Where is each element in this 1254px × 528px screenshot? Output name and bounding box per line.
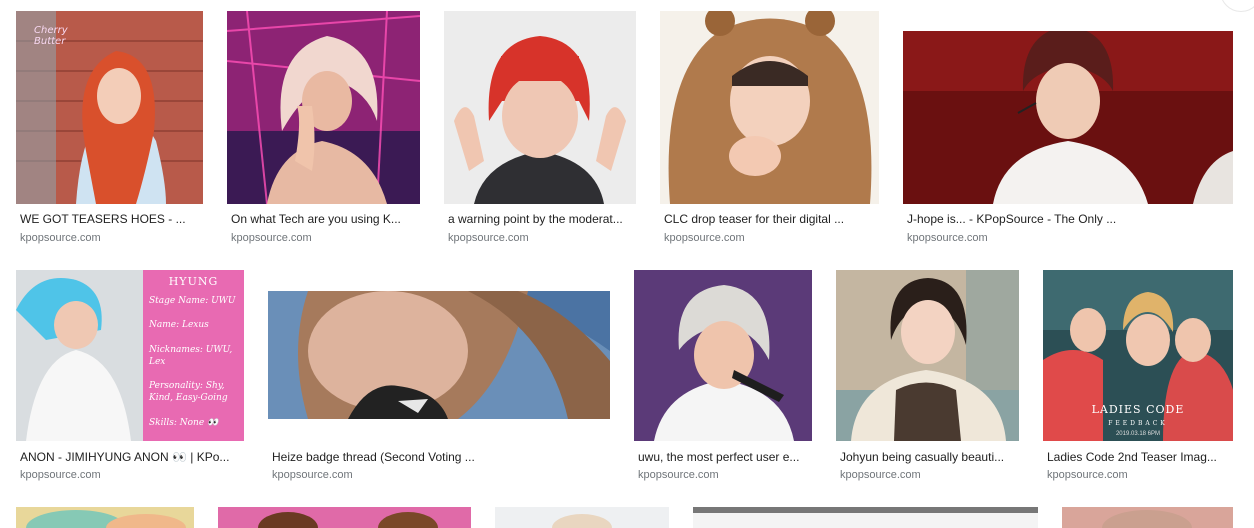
thumbnail-image[interactable] (660, 11, 879, 204)
profile-line: Personality: Shy, (149, 381, 225, 391)
result-title[interactable]: CLC drop teaser for their digital ... (664, 212, 875, 226)
result-source[interactable]: kpopsource.com (231, 232, 312, 245)
profile-card: HYUNG Stage Name: UWU Name: Lexus Nickna… (143, 270, 244, 441)
image-result[interactable]: Johyun being casually beauti... kpopsour… (836, 270, 1019, 490)
result-source[interactable]: kpopsource.com (907, 232, 988, 245)
profile-line: Skills: None 👀 (149, 418, 219, 428)
result-title[interactable]: a warning point by the moderat... (448, 212, 632, 226)
result-source[interactable]: kpopsource.com (664, 232, 745, 245)
profile-line: Kind, Easy-Going (149, 393, 228, 403)
image-result[interactable]: HYUNG Stage Name: UWU Name: Lexus Nickna… (16, 270, 244, 490)
result-title[interactable]: J-hope is... - KPopSource - The Only ... (907, 212, 1229, 226)
result-title[interactable]: On what Tech are you using K... (231, 212, 416, 226)
thumbnail-image[interactable] (444, 11, 636, 204)
thumbnail-image[interactable]: Cherry Butter (16, 11, 203, 204)
image-result[interactable]: Heize badge thread (Second Voting ... kp… (268, 270, 610, 490)
thumbnail-image[interactable] (268, 291, 610, 419)
result-source[interactable]: kpopsource.com (20, 232, 101, 245)
release-date: 2019.03.18 6PM (1115, 431, 1161, 437)
brand-subtitle: FEEDBACK (1108, 420, 1168, 427)
thumbnail-image[interactable] (227, 11, 420, 204)
thumbnail-image[interactable] (634, 270, 812, 441)
image-result[interactable]: CLC drop teaser for their digital ... kp… (660, 11, 879, 251)
profile-line: Nicknames: UWU, (149, 345, 233, 355)
profile-heading: HYUNG (168, 275, 219, 288)
result-source[interactable]: kpopsource.com (1047, 469, 1128, 482)
thumbnail-image[interactable] (218, 507, 471, 528)
image-result[interactable]: On what Tech are you using K... kpopsour… (227, 11, 420, 251)
result-source[interactable]: kpopsource.com (20, 469, 101, 482)
image-result[interactable]: J-hope is... - KPopSource - The Only ...… (903, 11, 1233, 251)
result-title[interactable]: Ladies Code 2nd Teaser Imag... (1047, 450, 1229, 464)
result-title[interactable]: Heize badge thread (Second Voting ... (272, 450, 606, 464)
result-title[interactable]: uwu, the most perfect user e... (638, 450, 808, 464)
thumbnail-image[interactable] (836, 270, 1019, 441)
image-result[interactable]: a warning point by the moderat... kpopso… (444, 11, 636, 251)
profile-line: Lex (149, 357, 166, 367)
profile-line: Stage Name: UWU (149, 296, 236, 306)
thumbnail-image[interactable]: HYUNG Stage Name: UWU Name: Lexus Nickna… (16, 270, 244, 441)
thumbnail-image[interactable] (16, 507, 194, 528)
result-source[interactable]: kpopsource.com (840, 469, 921, 482)
result-title[interactable]: WE GOT TEASERS HOES - ... (20, 212, 199, 226)
brand-logo: LADIES CODE (1091, 403, 1185, 416)
result-title[interactable]: Johyun being casually beauti... (840, 450, 1015, 464)
image-result[interactable]: LADIES CODE FEEDBACK 2019.03.18 6PM Ladi… (1043, 270, 1233, 490)
thumbnail-image[interactable] (495, 507, 669, 528)
result-source[interactable]: kpopsource.com (638, 469, 719, 482)
result-source[interactable]: kpopsource.com (448, 232, 529, 245)
thumbnail-image[interactable]: LADIES CODE FEEDBACK 2019.03.18 6PM (1043, 270, 1233, 441)
thumbnail-image[interactable] (903, 31, 1233, 204)
result-title[interactable]: ANON - JIMIHYUNG ANON 👀 | KPo... (20, 450, 240, 464)
thumbnail-image[interactable] (693, 507, 1038, 528)
profile-line: Name: Lexus (149, 320, 209, 330)
image-result[interactable]: Cherry Butter WE GOT TEASERS HOES - ... … (16, 11, 203, 251)
thumbnail-logo: Cherry Butter (34, 25, 68, 47)
result-source[interactable]: kpopsource.com (272, 469, 353, 482)
image-result[interactable]: uwu, the most perfect user e... kpopsour… (634, 270, 812, 490)
thumbnail-image[interactable] (1062, 507, 1233, 528)
